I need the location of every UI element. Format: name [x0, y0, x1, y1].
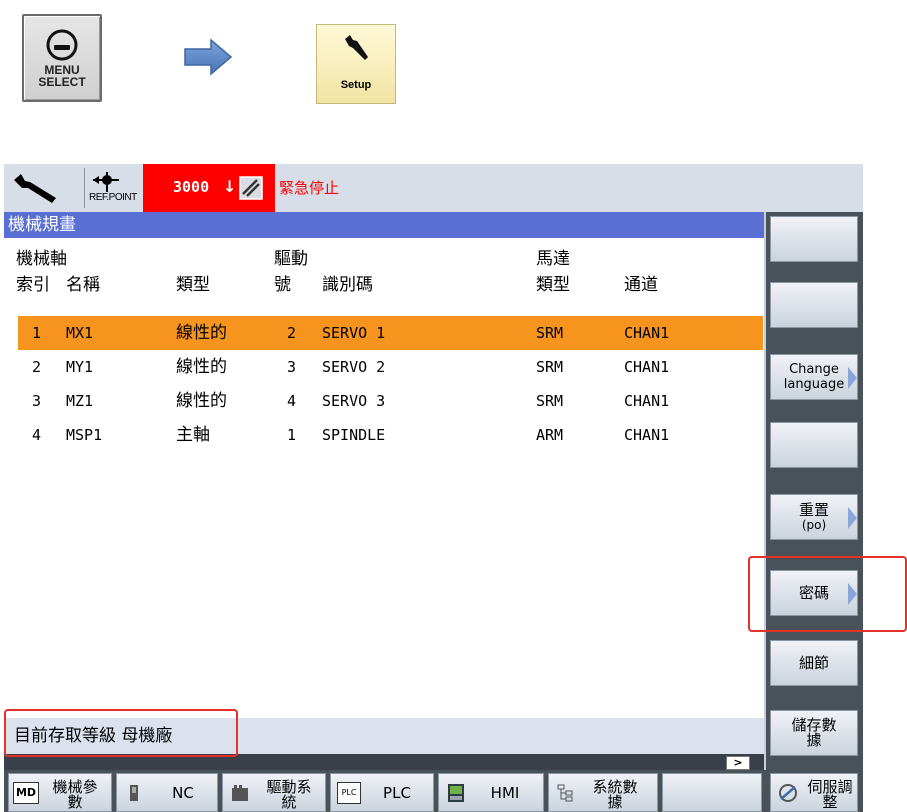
setup-key[interactable]: Setup	[316, 24, 396, 104]
wrench-icon	[14, 174, 56, 203]
save-data-button[interactable]: 儲存數據	[770, 710, 858, 756]
hsoftkey-machine-data-label: 機械參數	[52, 778, 98, 811]
header-name: 名稱	[66, 275, 100, 295]
plc-icon: PLC	[337, 782, 361, 804]
status-bar: REF.POINT 3000 ↓ 緊急停止	[4, 164, 863, 212]
alarm-text: 緊急停止	[279, 179, 340, 197]
hsoftkey-drive-system-label: 驅動系統	[266, 778, 312, 811]
header-index: 索引	[16, 275, 50, 295]
setup-label: Setup	[340, 79, 372, 91]
cell-identifier: SERVO 3	[322, 392, 386, 410]
save-data-label: 儲存數據	[791, 716, 837, 749]
softkey-arrow-icon	[848, 367, 857, 389]
vsoftkey-2[interactable]	[770, 282, 858, 328]
header-type: 類型	[176, 275, 210, 295]
hsoftkey-hmi[interactable]: HMI	[438, 773, 544, 812]
details-button[interactable]: 細節	[770, 640, 858, 686]
header-axis: 機械軸	[16, 249, 67, 269]
cell-motor: SRM	[536, 324, 564, 342]
cell-motor: ARM	[536, 426, 564, 444]
cell-drive: 4	[287, 392, 297, 410]
vsoftkey-1[interactable]	[770, 216, 858, 262]
right-arrow-icon	[184, 38, 233, 76]
cell-index: 2	[32, 358, 42, 376]
reset-icon	[239, 176, 263, 200]
hsoftkey-drive-system[interactable]: 驅動系統	[222, 773, 326, 812]
refpoint-label: REF.POINT	[89, 192, 137, 203]
cell-drive: 1	[287, 426, 297, 444]
refpoint-indicator: REF.POINT	[84, 168, 146, 208]
hsoftkey-system-data[interactable]: 系統數據	[548, 773, 658, 812]
header-drive-no: 號	[274, 275, 291, 295]
hsoftkey-system-data-label: 系統數據	[592, 778, 638, 811]
page-title: 機械規畫	[4, 212, 764, 238]
cell-drive: 3	[287, 358, 297, 376]
hmi-icon	[448, 784, 464, 802]
alarm-down-arrow-icon: ↓	[223, 177, 237, 196]
hsoftkey-servo-tuning-label: 伺服調整	[807, 778, 853, 811]
hsoftkey-servo-tuning[interactable]: 伺服調整	[770, 773, 858, 812]
drive-icon	[232, 785, 248, 801]
cell-name: MY1	[66, 358, 94, 376]
password-highlight-box	[748, 556, 907, 632]
cell-name: MX1	[66, 324, 94, 342]
cell-channel: CHAN1	[624, 358, 670, 376]
cell-index: 3	[32, 392, 42, 410]
cell-identifier: SERVO 1	[322, 324, 386, 342]
hsoftkey-plc-label: PLC	[383, 784, 411, 802]
nc-icon	[130, 785, 138, 801]
hsoftkey-plc[interactable]: PLC PLC	[330, 773, 434, 812]
access-level-highlight-box	[4, 709, 238, 757]
menu-select-icon	[46, 29, 78, 61]
header-motor-type: 類型	[536, 275, 570, 295]
scroll-right-button[interactable]: >	[726, 756, 750, 770]
hsoftkey-nc[interactable]: NC	[116, 773, 218, 812]
md-icon: MD	[13, 782, 39, 804]
servo-icon	[779, 784, 797, 802]
cell-channel: CHAN1	[624, 426, 670, 444]
reset-po-sub: (po)	[801, 518, 827, 532]
cell-channel: CHAN1	[624, 324, 670, 342]
cell-motor: SRM	[536, 358, 564, 376]
cell-type: 線性的	[176, 323, 227, 343]
wrench-icon	[345, 35, 368, 60]
hsoftkey-nc-label: NC	[172, 784, 194, 802]
hsoftkey-machine-data[interactable]: MD 機械參數	[8, 773, 112, 812]
menu-select-key[interactable]: MENU SELECT	[22, 14, 102, 102]
cell-type: 主軸	[176, 425, 210, 445]
header-channel: 通道	[624, 275, 658, 295]
cell-channel: CHAN1	[624, 392, 670, 410]
vsoftkey-4[interactable]	[770, 422, 858, 468]
refpoint-icon	[93, 172, 119, 192]
cell-motor: SRM	[536, 392, 564, 410]
axis-table-panel: 機械軸 索引 名稱 類型 驅動 號 識別碼 馬達 類型 通道 1 MX1 線性的…	[4, 238, 764, 724]
cell-name: MZ1	[66, 392, 94, 410]
header-identifier: 識別碼	[322, 275, 373, 295]
cell-identifier: SPINDLE	[322, 426, 386, 444]
change-language-button[interactable]: Change language	[770, 354, 858, 400]
header-drive: 驅動	[274, 249, 308, 269]
cell-type: 線性的	[176, 357, 227, 377]
softkey-arrow-icon	[848, 507, 857, 529]
header-motor: 馬達	[536, 249, 570, 269]
cell-index: 4	[32, 426, 42, 444]
cell-identifier: SERVO 2	[322, 358, 386, 376]
alarm-number: 3000	[173, 178, 210, 196]
alarm-indicator[interactable]: 3000 ↓	[143, 164, 275, 212]
tree-icon	[557, 784, 573, 802]
reset-po-label: 重置	[798, 501, 829, 519]
menu-select-line2: SELECT	[38, 75, 86, 89]
cell-drive: 2	[287, 324, 297, 342]
hsoftkey-empty[interactable]	[662, 773, 762, 812]
cell-type: 線性的	[176, 391, 227, 411]
hsoftkey-hmi-label: HMI	[490, 784, 520, 802]
cell-name: MSP1	[66, 426, 103, 444]
change-language-label: Change language	[783, 362, 845, 392]
details-label: 細節	[798, 653, 829, 672]
reset-po-button[interactable]: 重置 (po)	[770, 494, 858, 540]
cell-index: 1	[32, 324, 42, 342]
